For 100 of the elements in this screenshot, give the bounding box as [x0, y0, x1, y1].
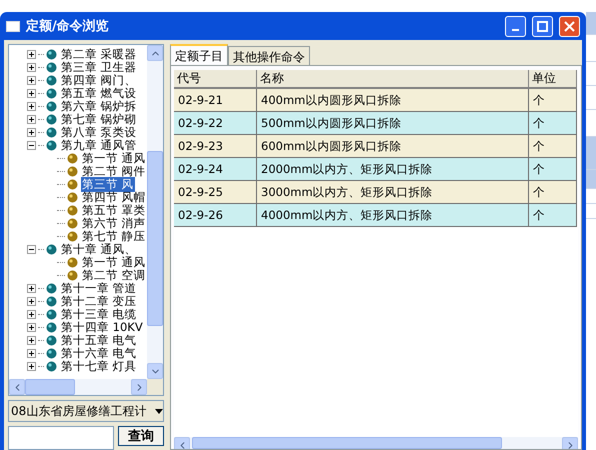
- ball-icon: [46, 348, 57, 359]
- tree-item[interactable]: 第十六章 电气: [60, 346, 138, 361]
- ball-icon: [67, 218, 78, 229]
- expand-toggle-icon[interactable]: [27, 284, 36, 293]
- tree-item[interactable]: 第四节 风帽: [81, 190, 147, 205]
- expand-toggle-icon[interactable]: [27, 76, 36, 85]
- horizontal-scrollbar[interactable]: [9, 379, 147, 395]
- ball-icon: [67, 192, 78, 203]
- close-icon: [564, 20, 575, 32]
- minimize-icon: [512, 29, 519, 31]
- expand-toggle-icon[interactable]: [27, 89, 36, 98]
- tree-item[interactable]: 第三章 卫生器: [60, 60, 138, 75]
- expand-toggle-icon[interactable]: [27, 310, 36, 319]
- ball-icon: [46, 88, 57, 99]
- table-cell: 02-9-21: [174, 89, 257, 112]
- table-cell: 600mm以内圆形风口拆除: [257, 135, 529, 158]
- tree-item[interactable]: 第十四章 10KV: [60, 320, 144, 335]
- expand-toggle-icon[interactable]: [27, 128, 36, 137]
- tree-item[interactable]: 第七节 静压: [81, 229, 147, 244]
- tree-item[interactable]: 第六章 锅炉拆: [60, 99, 138, 114]
- tree-item[interactable]: 第八章 泵类设: [60, 125, 138, 140]
- tree-item[interactable]: 第十章 通风、: [60, 242, 138, 257]
- ball-icon: [46, 361, 57, 372]
- table-cell: 02-9-23: [174, 135, 257, 158]
- ball-icon: [46, 75, 57, 86]
- ball-icon: [46, 244, 57, 255]
- maximize-button[interactable]: [532, 16, 553, 36]
- close-button[interactable]: [559, 16, 580, 36]
- expand-toggle-icon[interactable]: [27, 63, 36, 72]
- expand-toggle-icon[interactable]: [27, 50, 36, 59]
- ball-icon: [46, 309, 57, 320]
- table-cell: 个: [529, 89, 577, 112]
- query-button[interactable]: 查询: [118, 426, 164, 446]
- search-field[interactable]: [8, 426, 114, 450]
- expand-toggle-icon[interactable]: [27, 349, 36, 358]
- table-cell: 个: [529, 181, 577, 204]
- ball-icon: [67, 270, 78, 281]
- expand-toggle-icon[interactable]: [27, 362, 36, 371]
- tree-item[interactable]: 第六节 消声: [81, 216, 147, 231]
- collapse-toggle-icon[interactable]: [27, 141, 36, 150]
- tree-item[interactable]: 第十五章 电气: [60, 333, 138, 348]
- tree-item[interactable]: 第七章 锅炉砌: [60, 112, 138, 127]
- tree-item[interactable]: 第四章 阀门、: [60, 73, 138, 88]
- ball-icon: [67, 205, 78, 216]
- window-title: 定额/命令浏览: [26, 18, 110, 35]
- tree-item[interactable]: 第十一章 管道: [60, 281, 138, 296]
- ball-icon: [46, 322, 57, 333]
- ball-icon: [46, 335, 57, 346]
- ball-icon: [67, 179, 78, 190]
- expand-toggle-icon[interactable]: [27, 297, 36, 306]
- ball-icon: [46, 62, 57, 73]
- column-header[interactable]: 代号: [174, 70, 257, 89]
- minimize-button[interactable]: [505, 16, 526, 36]
- expand-toggle-icon[interactable]: [27, 323, 36, 332]
- table-cell: 02-9-24: [174, 158, 257, 181]
- ball-icon: [67, 166, 78, 177]
- ball-icon: [46, 296, 57, 307]
- collapse-toggle-icon[interactable]: [27, 245, 36, 254]
- tree-item[interactable]: 第十七章 灯具: [60, 359, 138, 374]
- tree-item[interactable]: 第五节 罩类: [81, 203, 147, 218]
- table-cell: 3000mm以内方、矩形风口拆除: [257, 181, 529, 204]
- caret-icon: [155, 408, 163, 414]
- tree-item[interactable]: 第十二章 变压: [60, 294, 138, 309]
- tree-item[interactable]: 第一节 通风: [81, 151, 147, 166]
- vertical-scrollbar[interactable]: [147, 45, 163, 379]
- table-cell: 02-9-22: [174, 112, 257, 135]
- tree-item[interactable]: 第五章 燃气设: [60, 86, 138, 101]
- horizontal-scrollbar[interactable]: [174, 437, 578, 449]
- tab[interactable]: 其他操作命令: [228, 46, 310, 65]
- expand-toggle-icon[interactable]: [27, 115, 36, 124]
- table-cell: 4000mm以内方、矩形风口拆除: [257, 204, 529, 227]
- tree-item[interactable]: 第二节 阀件: [81, 164, 147, 179]
- window-icon: [6, 20, 20, 32]
- tree-item[interactable]: 第二节 空调: [81, 268, 147, 283]
- table-cell: 02-9-26: [174, 204, 257, 227]
- table-cell: 个: [529, 135, 577, 158]
- table-cell: 500mm以内圆形风口拆除: [257, 112, 529, 135]
- column-header[interactable]: 单位: [529, 70, 577, 89]
- table-cell: 2000mm以内方、矩形风口拆除: [257, 158, 529, 181]
- ball-icon: [46, 101, 57, 112]
- table-cell: 个: [529, 204, 577, 227]
- tab[interactable]: 定额子目: [170, 44, 228, 65]
- table-cell: 个: [529, 112, 577, 135]
- tree-item[interactable]: 第九章 通风管: [60, 138, 138, 153]
- ball-icon: [67, 231, 78, 242]
- expand-toggle-icon[interactable]: [27, 336, 36, 345]
- tree-item[interactable]: 第二章 采暖器: [60, 47, 138, 62]
- scrollbar-corner: [147, 379, 163, 395]
- column-header[interactable]: 名称: [257, 70, 529, 89]
- tree-item[interactable]: 第一节 通风: [81, 255, 147, 270]
- tree-item[interactable]: 第三节 风: [81, 177, 135, 192]
- table-cell: 400mm以内圆形风口拆除: [257, 89, 529, 112]
- tree-item[interactable]: 第十三章 电缆: [60, 307, 138, 322]
- ball-icon: [46, 127, 57, 138]
- ball-icon: [46, 49, 57, 60]
- expand-toggle-icon[interactable]: [27, 102, 36, 111]
- table-cell: 02-9-25: [174, 181, 257, 204]
- ball-icon: [67, 153, 78, 164]
- ball-icon: [67, 257, 78, 268]
- library-dropdown[interactable]: 08山东省房屋修缮工程计: [8, 400, 164, 422]
